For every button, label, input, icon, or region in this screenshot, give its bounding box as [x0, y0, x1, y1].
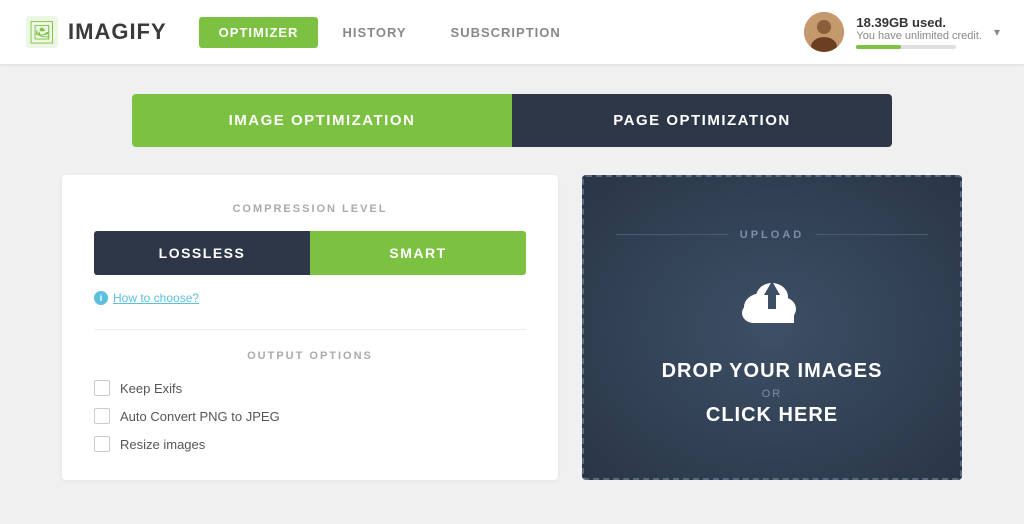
avatar: [804, 12, 844, 52]
checkbox-box-convert[interactable]: [94, 408, 110, 424]
main-content: IMAGE OPTIMIZATION PAGE OPTIMIZATION COM…: [0, 64, 1024, 524]
nav-subscription[interactable]: SUBSCRIPTION: [431, 17, 581, 48]
avatar-image: [804, 12, 844, 52]
tab-page-optimization[interactable]: PAGE OPTIMIZATION: [512, 94, 892, 147]
checkbox-list: Keep Exifs Auto Convert PNG to JPEG Resi…: [94, 380, 526, 452]
click-here-text: CLICK HERE: [706, 404, 838, 427]
compression-label: COMPRESSION LEVEL: [94, 203, 526, 215]
lossless-button[interactable]: LOSSLESS: [94, 231, 310, 275]
upload-label-row: UPLOAD: [616, 229, 928, 241]
checkbox-box-resize[interactable]: [94, 436, 110, 452]
or-text: OR: [762, 388, 783, 400]
storage-bar-fill: [856, 45, 901, 49]
info-icon: i: [94, 291, 108, 305]
tab-image-optimization[interactable]: IMAGE OPTIMIZATION: [132, 94, 512, 147]
upload-label: UPLOAD: [740, 229, 804, 241]
cloud-upload-icon: [732, 269, 812, 338]
upload-line-right: [816, 234, 928, 235]
upload-line-left: [616, 234, 728, 235]
drop-text: DROP YOUR IMAGES: [662, 358, 883, 384]
nav-optimizer[interactable]: OPTIMIZER: [199, 17, 319, 48]
how-to-choose: i How to choose?: [94, 291, 526, 305]
left-panel: COMPRESSION LEVEL LOSSLESS SMART i How t…: [62, 175, 558, 480]
account-dropdown-chevron[interactable]: ▾: [994, 25, 1000, 39]
compression-buttons: LOSSLESS SMART: [94, 231, 526, 275]
upload-panel[interactable]: UPLOAD DROP YOUR IMAGES OR: [582, 175, 962, 480]
storage-used: 18.39GB used.: [856, 15, 946, 30]
checkbox-auto-convert[interactable]: Auto Convert PNG to JPEG: [94, 408, 526, 424]
logo-text: IMAGIFY: [68, 19, 167, 45]
logo-icon: 🖼: [24, 14, 60, 50]
how-to-choose-link[interactable]: How to choose?: [113, 291, 199, 305]
header-right: 18.39GB used. You have unlimited credit.…: [804, 12, 1000, 52]
output-label: OUTPUT OPTIONS: [94, 350, 526, 362]
tab-bar: IMAGE OPTIMIZATION PAGE OPTIMIZATION: [132, 94, 892, 147]
checkbox-label-resize: Resize images: [120, 437, 205, 452]
checkbox-keep-exifs[interactable]: Keep Exifs: [94, 380, 526, 396]
nav-history[interactable]: HISTORY: [322, 17, 426, 48]
header: 🖼 IMAGIFY OPTIMIZER HISTORY SUBSCRIPTION…: [0, 0, 1024, 64]
credit-text: You have unlimited credit.: [856, 30, 982, 42]
divider: [94, 329, 526, 330]
svg-text:🖼: 🖼: [28, 20, 56, 45]
checkbox-box-exifs[interactable]: [94, 380, 110, 396]
smart-button[interactable]: SMART: [310, 231, 526, 275]
content-area: COMPRESSION LEVEL LOSSLESS SMART i How t…: [62, 175, 962, 480]
storage-bar: [856, 45, 956, 49]
main-nav: OPTIMIZER HISTORY SUBSCRIPTION: [199, 17, 805, 48]
checkbox-resize[interactable]: Resize images: [94, 436, 526, 452]
checkbox-label-convert: Auto Convert PNG to JPEG: [120, 409, 280, 424]
checkbox-label-exifs: Keep Exifs: [120, 381, 182, 396]
account-info: 18.39GB used. You have unlimited credit.: [856, 15, 982, 49]
logo-area: 🖼 IMAGIFY: [24, 14, 167, 50]
